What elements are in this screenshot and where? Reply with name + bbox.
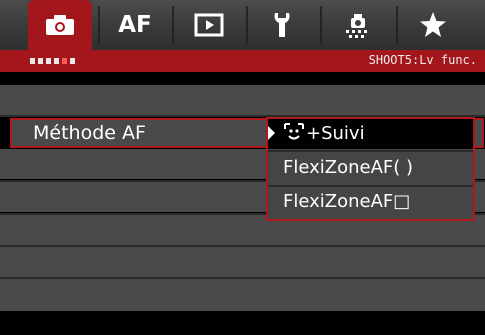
tab-custom-functions[interactable] — [326, 0, 390, 50]
tab-shooting[interactable] — [28, 0, 92, 50]
tab-af[interactable]: AF — [104, 0, 166, 50]
page-dot-6 — [70, 58, 75, 64]
star-icon — [420, 12, 446, 37]
page-title: SHOOT5:Lv func. — [368, 53, 477, 67]
tab-af-label: AF — [118, 12, 152, 38]
wrench-icon — [274, 13, 290, 37]
dropdown-option-flexizone-single[interactable]: FlexiZoneAF□ — [283, 191, 410, 212]
menu-row-empty — [0, 279, 485, 311]
selection-marker-icon — [268, 126, 275, 140]
tab-separator — [98, 6, 100, 44]
menu-row-empty — [0, 247, 485, 277]
page-dot-5-current — [62, 58, 67, 64]
page-dot-1 — [30, 58, 35, 64]
tab-separator — [320, 6, 322, 44]
tab-playback[interactable] — [178, 0, 240, 50]
page-dot-4 — [54, 58, 59, 64]
tab-separator — [396, 6, 398, 44]
face-tracking-icon — [284, 123, 304, 140]
custom-functions-icon — [346, 14, 367, 38]
menu-row-empty — [0, 85, 485, 115]
tab-separator — [246, 6, 248, 44]
tab-separator — [172, 6, 174, 44]
dropdown-divider — [268, 150, 473, 152]
playback-icon — [194, 13, 224, 37]
tab-setup[interactable] — [252, 0, 314, 50]
camera-menu-screen: AF SHOOT5:Lv func. Méthode AF +Suivi Fle… — [0, 0, 485, 335]
af-method-label: Méthode AF — [33, 122, 146, 144]
page-dot-2 — [38, 58, 43, 64]
dropdown-option-flexizone-multi[interactable]: FlexiZoneAF( ) — [283, 157, 413, 178]
tab-my-menu[interactable] — [402, 0, 464, 50]
option-label-face-tracking: +Suivi — [306, 123, 365, 144]
dropdown-divider — [268, 185, 473, 187]
menu-tab-bar: AF — [0, 0, 485, 50]
camera-icon — [46, 15, 74, 35]
page-dot-3 — [46, 58, 51, 64]
